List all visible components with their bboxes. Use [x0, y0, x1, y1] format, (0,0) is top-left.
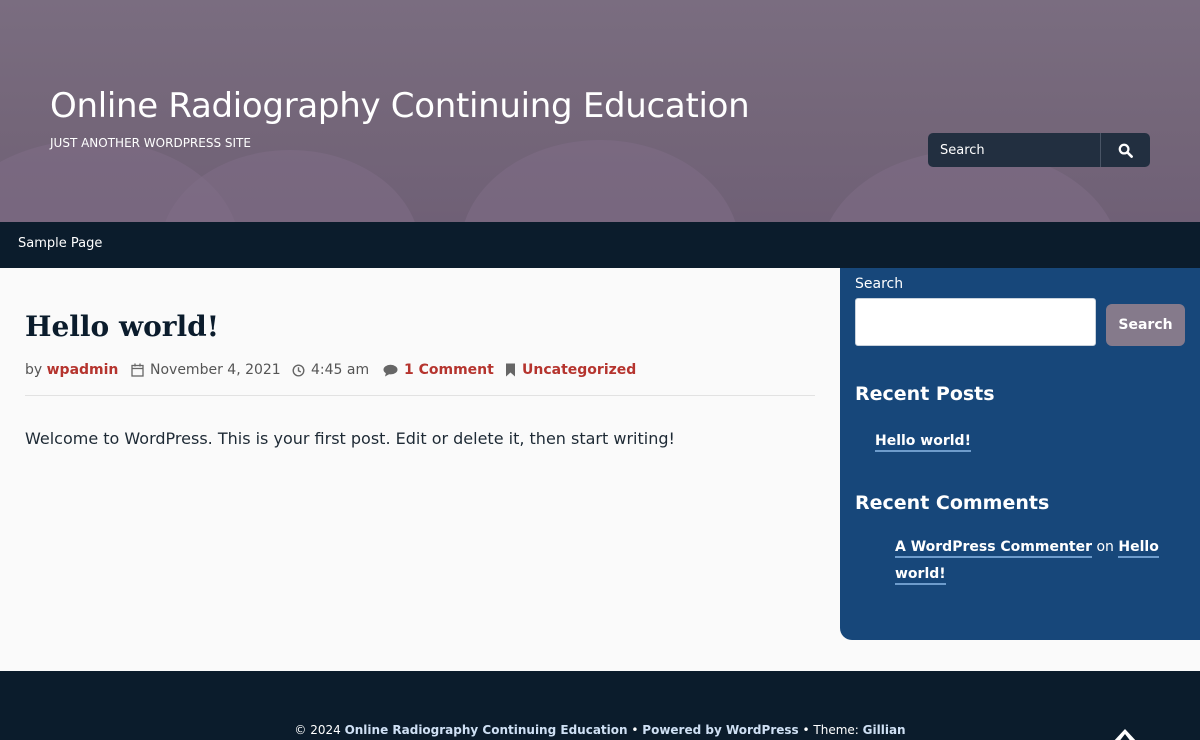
site-description: JUST ANOTHER WORDPRESS SITE: [50, 136, 251, 150]
author-link[interactable]: wpadmin: [47, 362, 119, 378]
clock-icon: [292, 363, 305, 377]
sidebar-search-label: Search: [855, 276, 904, 292]
sidebar-search-input[interactable]: [855, 298, 1096, 346]
search-icon: [1118, 143, 1133, 158]
site-header: Online Radiography Continuing Education …: [0, 0, 1200, 222]
sidebar: Search Search Recent Posts Hello world! …: [840, 268, 1200, 640]
header-background-shape: [160, 150, 420, 222]
comments-link[interactable]: 1 Comment: [404, 362, 494, 378]
post-content: Welcome to WordPress. This is your first…: [25, 429, 675, 448]
post-date[interactable]: November 4, 2021: [150, 362, 281, 378]
footer-credits: © 2024 Online Radiography Continuing Edu…: [0, 723, 1200, 737]
comment-post-link[interactable]: Hello: [1118, 539, 1159, 558]
comment-icon: [383, 364, 398, 376]
list-item: A WordPress Commenter on Hello world!: [895, 534, 1165, 588]
post-time-meta: 4:45 am: [292, 362, 369, 378]
site-title[interactable]: Online Radiography Continuing Education: [50, 86, 750, 126]
list-item: Hello world!: [875, 430, 971, 452]
recent-comments-heading: Recent Comments: [855, 492, 1050, 514]
footer-site-link[interactable]: Online Radiography Continuing Education: [345, 723, 628, 737]
header-search-button[interactable]: [1101, 133, 1150, 167]
comment-author-link[interactable]: A WordPress Commenter: [895, 539, 1093, 558]
comment-on-label: on: [1096, 539, 1114, 555]
post-author-meta: by wpadmin: [25, 362, 118, 378]
site-footer: © 2024 Online Radiography Continuing Edu…: [0, 671, 1200, 740]
comment-post-link[interactable]: world!: [895, 566, 946, 585]
header-background-shape: [460, 140, 740, 222]
post-title[interactable]: Hello world!: [25, 310, 219, 343]
post-comments-meta: 1 Comment: [383, 362, 494, 378]
footer-bullet: •: [802, 723, 810, 737]
theme-label: Theme:: [813, 723, 859, 737]
bookmark-icon: [506, 363, 515, 377]
powered-by-link[interactable]: Powered by WordPress: [642, 723, 798, 737]
post-meta: by wpadmin November 4, 2021 4:45 am 1 Co…: [25, 362, 815, 396]
post-category-meta: Uncategorized: [505, 362, 636, 378]
by-label: by: [25, 362, 43, 378]
main-content: Hello world! by wpadmin November 4, 2021…: [0, 268, 840, 671]
post-time: 4:45 am: [311, 362, 370, 378]
calendar-icon: [131, 363, 144, 377]
recent-posts-heading: Recent Posts: [855, 383, 995, 405]
main-navigation: Sample Page: [0, 222, 1200, 268]
theme-link[interactable]: Gillian: [863, 723, 906, 737]
category-link[interactable]: Uncategorized: [522, 362, 636, 378]
post-date-meta: November 4, 2021: [131, 362, 281, 378]
header-search-form: [928, 133, 1150, 167]
nav-item-sample-page[interactable]: Sample Page: [18, 236, 102, 251]
sidebar-search-button[interactable]: Search: [1106, 304, 1185, 346]
footer-bullet: •: [631, 723, 639, 737]
recent-post-link[interactable]: Hello world!: [875, 433, 971, 452]
copyright-text: © 2024: [294, 723, 341, 737]
scroll-to-top-icon[interactable]: [1112, 729, 1138, 740]
header-search-input[interactable]: [928, 133, 1100, 167]
